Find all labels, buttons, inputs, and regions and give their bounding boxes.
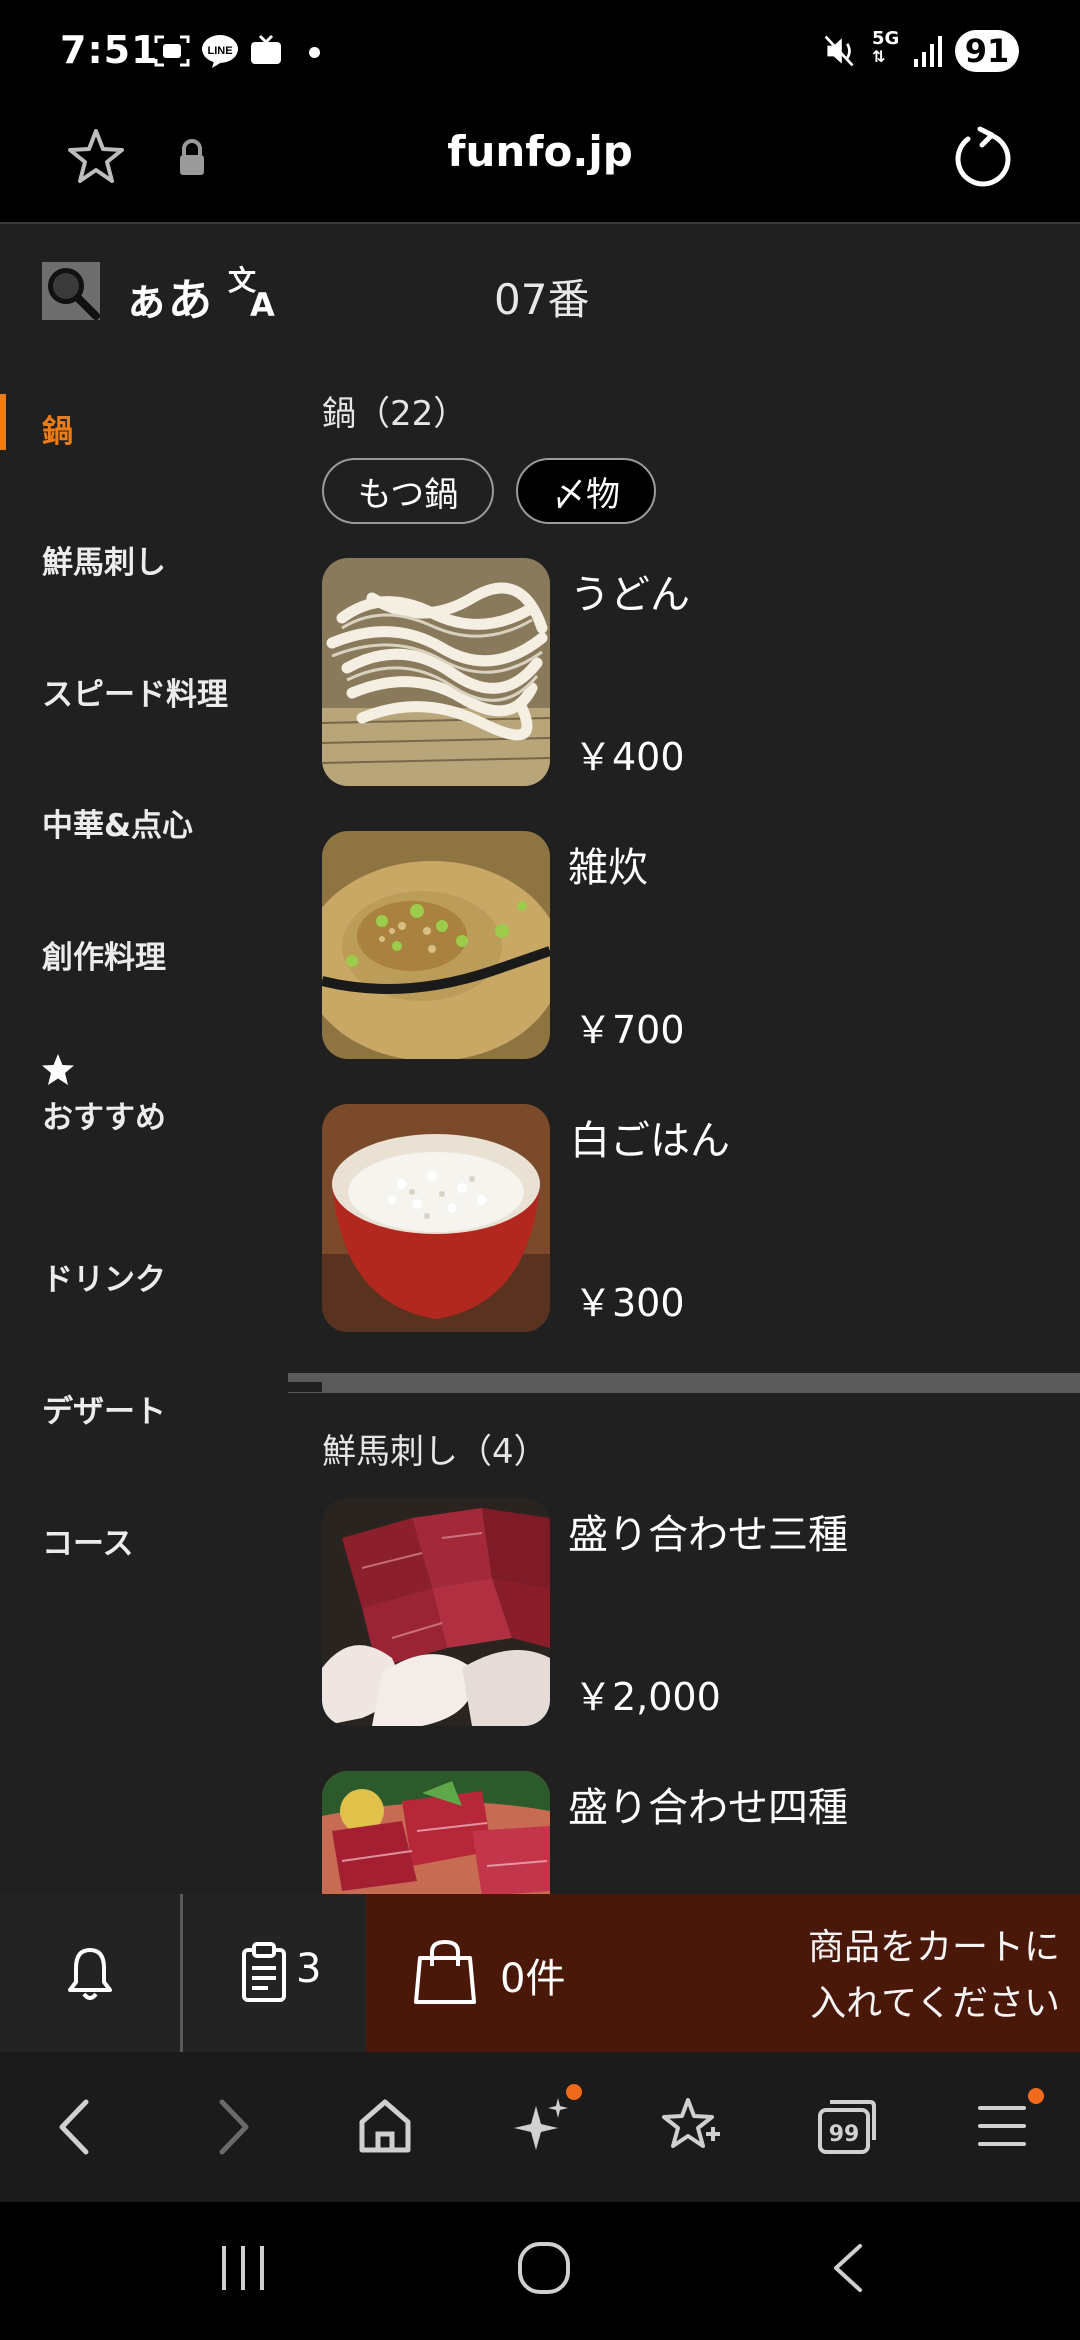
notification-dot: [1028, 2088, 1044, 2104]
cart-message: 商品をカートに 入れてください: [807, 1927, 1060, 2024]
chip-motsunabe[interactable]: もつ鍋: [322, 458, 494, 524]
rice-image: [322, 1104, 550, 1332]
cart-count: 0件: [500, 1956, 566, 2002]
table-number: 07番: [494, 275, 590, 324]
notification-dot: [566, 2084, 582, 2100]
item-price: ￥300: [574, 1281, 685, 1325]
status-time: 7:51: [60, 28, 159, 72]
item-name: 盛り合わせ三種: [568, 1512, 848, 1558]
menu-item[interactable]: うどん ￥400: [322, 558, 1062, 788]
browser-url-bar[interactable]: funfo.jp: [0, 105, 1080, 223]
sidebar-item-basashi[interactable]: 鮮馬刺し: [0, 529, 280, 619]
sidebar-item-chinese[interactable]: 中華&点心: [0, 792, 280, 882]
order-bar: 3 0件 商品をカートに 入れてください: [0, 1894, 1080, 2052]
system-back-icon[interactable]: [828, 2242, 868, 2294]
status-bar: 7:51 LINE 5G ⇅ 91: [0, 0, 1080, 105]
section-title: 鮮馬刺し（4）: [322, 1432, 548, 1472]
forward-icon[interactable]: [212, 2096, 256, 2158]
tabs-button[interactable]: 99: [816, 2096, 878, 2156]
sidebar-item-label: デザート: [42, 1394, 166, 1430]
battery-indicator: 91: [955, 30, 1019, 72]
item-name: うどん: [570, 572, 690, 618]
item-name: 白ごはん: [570, 1118, 730, 1164]
clipboard-icon: [242, 1942, 286, 2002]
item-price: ￥2,000: [574, 1675, 721, 1719]
home-icon[interactable]: [356, 2096, 414, 2156]
tool-row: ぁあ 文 A 07番: [0, 224, 1080, 354]
ai-sparkle-icon: [514, 2098, 568, 2150]
shopping-bag-icon: [414, 1939, 476, 2004]
browser-nav-bar: 99: [0, 2052, 1080, 2202]
section-divider: [288, 1373, 1080, 1393]
tv-icon: [251, 34, 281, 64]
menu-item[interactable]: 白ごはん ￥300: [322, 1104, 1062, 1334]
mute-icon: [824, 35, 854, 67]
basashi-3-image: [322, 1498, 550, 1726]
udon-image: [322, 558, 550, 786]
text-size-button[interactable]: ぁあ: [124, 264, 212, 328]
sidebar-item-speed[interactable]: スピード料理: [0, 661, 280, 751]
item-price: ￥700: [574, 1008, 685, 1052]
item-price: ￥400: [574, 735, 685, 779]
sidebar-item-course[interactable]: コース: [0, 1510, 280, 1600]
system-nav-bar: [0, 2202, 1080, 2340]
bell-icon[interactable]: [64, 1946, 116, 2002]
sidebar-item-label: スピード料理: [42, 677, 228, 713]
chip-shimemono[interactable]: 〆物: [516, 458, 656, 524]
menu-icon: [978, 2106, 1026, 2146]
star-icon: [42, 1054, 74, 1085]
svg-text:99: 99: [829, 2122, 860, 2147]
section-divider-notch: [288, 1382, 322, 1392]
menu-app: ぁあ 文 A 07番 鍋 鮮馬刺し スピード料理 中華&点心 創作料理 おすすめ…: [0, 224, 1080, 1894]
zosui-image: [322, 831, 550, 1059]
bookmark-add-icon[interactable]: [660, 2094, 724, 2158]
sidebar-item-label: コース: [42, 1526, 134, 1562]
home-circle-icon[interactable]: [516, 2240, 572, 2296]
item-name: 盛り合わせ四種: [568, 1785, 848, 1831]
recent-apps-icon[interactable]: [218, 2242, 268, 2294]
sidebar-item-drink[interactable]: ドリンク: [0, 1246, 280, 1336]
url-text[interactable]: funfo.jp: [0, 127, 1080, 176]
menu-item[interactable]: 盛り合わせ三種 ￥2,000: [322, 1498, 1062, 1728]
sidebar-item-recommended[interactable]: おすすめ: [0, 1046, 280, 1166]
screenshot-icon: [154, 35, 190, 67]
item-name: 雑炊: [568, 845, 648, 891]
signal-icon: [914, 36, 942, 67]
sidebar-item-nabe[interactable]: 鍋: [0, 396, 280, 486]
sidebar-item-label: 創作料理: [42, 940, 166, 976]
sidebar-item-label: おすすめ: [42, 1100, 166, 1136]
sidebar-item-label: 鮮馬刺し: [42, 545, 166, 581]
sidebar-item-label: 中華&点心: [42, 808, 194, 844]
menu-item[interactable]: 盛り合わせ四種: [322, 1771, 1062, 1894]
cart-button[interactable]: 0件 商品をカートに 入れてください: [366, 1894, 1080, 2052]
search-icon: [48, 268, 100, 320]
svg-text:A: A: [250, 286, 275, 320]
sidebar-item-creative[interactable]: 創作料理: [0, 924, 280, 1014]
order-count: 3: [296, 1946, 322, 1992]
back-icon[interactable]: [52, 2096, 96, 2158]
5g-icon: 5G ⇅: [872, 28, 900, 66]
translate-icon[interactable]: 文 A: [226, 262, 282, 320]
ai-sparkle-button[interactable]: [512, 2084, 582, 2160]
order-bar-separator: [180, 1894, 183, 2052]
tabs-icon: 99: [818, 2100, 876, 2154]
menu-button[interactable]: [976, 2088, 1044, 2154]
sidebar-item-dessert[interactable]: デザート: [0, 1378, 280, 1468]
basashi-4-image: [322, 1771, 550, 1894]
order-history-button[interactable]: 3: [188, 1894, 366, 2052]
sidebar-item-label: 鍋: [42, 414, 73, 450]
sidebar-item-label: ドリンク: [42, 1262, 166, 1298]
reload-icon[interactable]: [950, 125, 1016, 191]
search-button[interactable]: [42, 262, 100, 320]
svg-text:LINE: LINE: [207, 45, 232, 57]
filter-chips: もつ鍋 〆物: [322, 458, 1062, 528]
line-icon: LINE: [202, 35, 238, 68]
dot-icon: [309, 47, 320, 58]
menu-item[interactable]: 雑炊 ￥700: [322, 831, 1062, 1061]
section-title: 鍋（22）: [322, 394, 468, 434]
